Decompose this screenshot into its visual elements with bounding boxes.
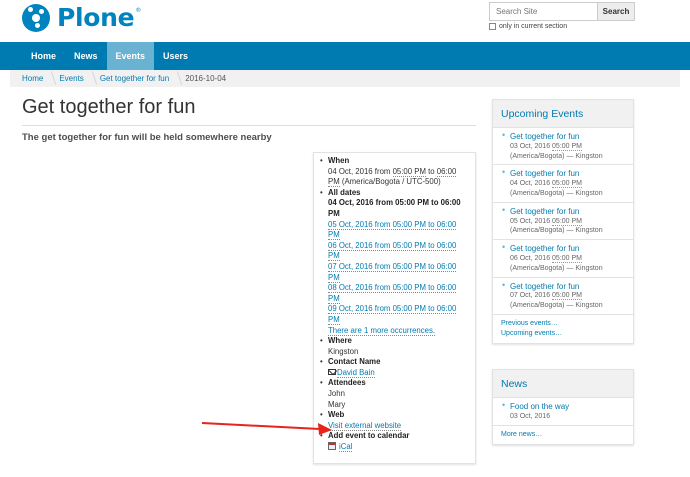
event-place: (America/Bogota) — Kingston: [510, 227, 603, 235]
portlet-footer: More news…: [493, 426, 633, 444]
breadcrumb-events[interactable]: Events: [59, 74, 91, 83]
occurrence-link[interactable]: 06 Oct, 2016 from 05:00 PM to 06:00 PM: [328, 240, 457, 262]
occurrence-link[interactable]: 07 Oct, 2016 from 05:00 PM to 06:00 PM: [328, 261, 457, 283]
upcoming-event-item: Get together for fun 05 Oct, 2016 05:00 …: [493, 203, 633, 241]
event-link[interactable]: Get together for fun: [510, 282, 625, 292]
contact-email-link[interactable]: David Bain: [328, 367, 469, 379]
occurrence-link[interactable]: 08 Oct, 2016 from 05:00 PM to 06:00 PM: [328, 283, 457, 304]
logo-text: Plone®: [57, 3, 142, 32]
portlet-title[interactable]: News: [493, 370, 633, 398]
nav-item-events[interactable]: Events: [106, 42, 155, 70]
event-contact: Contact Name David Bain: [320, 357, 469, 379]
attendee: Mary: [328, 399, 346, 409]
search-option-label: only in current section: [499, 23, 568, 30]
site-logo[interactable]: Plone®: [22, 3, 141, 32]
page-description: The get together for fun will be held so…: [22, 132, 272, 143]
calendar-icon: [328, 442, 336, 451]
portlet-footer: Previous events… Upcoming events…: [493, 315, 633, 343]
event-place: (America/Bogota) — Kingston: [510, 189, 603, 197]
nav-item-news[interactable]: News: [65, 42, 107, 70]
attendees-label: Attendees: [328, 378, 366, 388]
nav-item-users[interactable]: Users: [154, 42, 197, 70]
previous-events-link[interactable]: Previous events…: [501, 319, 625, 329]
where-value: Kingston: [328, 346, 359, 356]
event-all-dates: All dates 04 Oct, 2016 from 05:00 PM to …: [320, 187, 469, 336]
attendee: John: [328, 389, 345, 399]
event-link[interactable]: Get together for fun: [510, 244, 625, 254]
breadcrumb-event[interactable]: Get together for fun: [100, 74, 177, 83]
main-navigation: Home News Events Users: [0, 42, 690, 70]
where-label: Where: [328, 336, 352, 346]
search-button[interactable]: Search: [597, 2, 635, 21]
event-date: 03 Oct, 2016 05:00 PM: [510, 142, 582, 151]
event-place: (America/Bogota) — Kingston: [510, 264, 603, 272]
upcoming-events-portlet: Upcoming Events Get together for fun 03 …: [492, 99, 634, 344]
alldates-first: 04 Oct, 2016 from 05:00 PM to 06:00 PM: [328, 198, 461, 218]
occurrence-link[interactable]: 05 Oct, 2016 from 05:00 PM to 06:00 PM: [328, 219, 457, 241]
breadcrumb: Home Events Get together for fun 2016-10…: [10, 70, 680, 87]
breadcrumb-current: 2016-10-04: [185, 74, 227, 83]
search-input[interactable]: [489, 2, 597, 21]
web-label: Web: [328, 410, 345, 420]
event-link[interactable]: Get together for fun: [510, 169, 625, 179]
event-calendar: Add event to calendar iCal: [320, 431, 469, 453]
event-date: 04 Oct, 2016 05:00 PM: [510, 180, 582, 189]
upcoming-events-link[interactable]: Upcoming events…: [501, 329, 625, 339]
upcoming-event-item: Get together for fun 04 Oct, 2016 05:00 …: [493, 165, 633, 203]
page-title: Get together for fun: [22, 96, 196, 118]
site-search: Search only in current section: [489, 2, 635, 30]
contact-label: Contact Name: [328, 357, 381, 367]
event-date: 07 Oct, 2016 05:00 PM: [510, 292, 582, 301]
event-when: When 04 Oct, 2016 from 05:00 PM to 06:00…: [320, 156, 469, 188]
event-attendees: Attendees John Mary: [320, 378, 469, 410]
event-where: Where Kingston: [320, 336, 469, 357]
more-news-link[interactable]: More news…: [501, 430, 625, 440]
search-section-checkbox[interactable]: [489, 23, 496, 30]
upcoming-event-item: Get together for fun 07 Oct, 2016 05:00 …: [493, 278, 633, 315]
mail-icon: [328, 368, 336, 375]
nav-item-home[interactable]: Home: [22, 42, 65, 70]
news-portlet: News Food on the way 03 Oct, 2016 More n…: [492, 369, 634, 445]
alldates-label: All dates: [328, 187, 361, 197]
event-web: Web Visit external website: [320, 410, 469, 431]
when-label: When: [328, 156, 350, 165]
plone-logo-icon: [22, 3, 50, 32]
news-link[interactable]: Food on the way: [510, 402, 625, 412]
news-date: 03 Oct, 2016: [510, 412, 551, 420]
occurrence-link[interactable]: 09 Oct, 2016 from 05:00 PM to 06:00 PM: [328, 304, 457, 325]
ical-link[interactable]: iCal: [328, 442, 469, 453]
title-divider: [22, 125, 476, 126]
calendar-label: Add event to calendar: [328, 431, 410, 441]
event-place: (America/Bogota) — Kingston: [510, 302, 603, 310]
event-link[interactable]: Get together for fun: [510, 132, 625, 142]
portlet-title[interactable]: Upcoming Events: [493, 100, 633, 128]
upcoming-event-item: Get together for fun 03 Oct, 2016 05:00 …: [493, 128, 633, 166]
event-date: 05 Oct, 2016 05:00 PM: [510, 217, 582, 226]
external-website-link[interactable]: Visit external website: [328, 420, 402, 431]
annotation-arrow-icon: [201, 422, 332, 435]
search-current-section-option[interactable]: only in current section: [489, 23, 567, 30]
more-occurrences-link[interactable]: There are 1 more occurrences.: [328, 325, 436, 336]
breadcrumb-home[interactable]: Home: [22, 74, 51, 83]
event-link[interactable]: Get together for fun: [510, 207, 625, 217]
event-details: When 04 Oct, 2016 from 05:00 PM to 06:00…: [313, 152, 476, 464]
event-date: 06 Oct, 2016 05:00 PM: [510, 254, 582, 263]
event-place: (America/Bogota) — Kingston: [510, 152, 603, 160]
upcoming-event-item: Get together for fun 06 Oct, 2016 05:00 …: [493, 240, 633, 278]
when-value: 04 Oct, 2016 from 05:00 PM to 06:00 PM (…: [328, 166, 457, 188]
news-item: Food on the way 03 Oct, 2016: [493, 398, 633, 426]
